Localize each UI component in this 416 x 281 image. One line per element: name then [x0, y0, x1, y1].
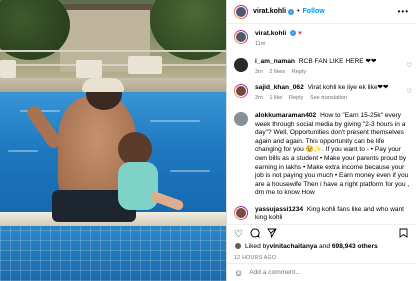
comment: i_am_naman RCB FAN LIKE HERE ❤❤ 3m 2 lik…	[234, 58, 412, 77]
comment-text: RCB FAN LIKE HERE ❤❤	[298, 58, 377, 65]
reply-button[interactable]: Reply	[292, 69, 306, 75]
likes-count[interactable]: 698,943 others	[332, 243, 378, 250]
author-avatar[interactable]	[234, 4, 248, 19]
liked-by-line: Liked by vinitachaitanya and 698,943 oth…	[234, 242, 378, 250]
verified-badge-icon: ✓	[288, 8, 295, 15]
comment-time: 3m	[255, 69, 263, 76]
emoji-icon[interactable]: ☺	[234, 268, 243, 278]
see-translation-link[interactable]: See translation	[310, 95, 347, 101]
like-comment-icon[interactable]: ♡	[407, 62, 412, 69]
verified-badge-icon: ✓	[290, 30, 297, 37]
commenter-avatar[interactable]	[234, 206, 248, 220]
caption-time: 11m	[255, 41, 266, 48]
caption-username[interactable]: virat.kohli	[255, 30, 286, 37]
commenter-avatar[interactable]	[234, 58, 248, 72]
comment-text: How to "Earn 15-25k" every week through …	[255, 112, 410, 197]
comment-time: 3m	[255, 95, 263, 102]
reply-button[interactable]: Reply	[289, 95, 303, 101]
share-icon[interactable]	[267, 228, 277, 241]
comment-likes[interactable]: 2 likes	[269, 69, 285, 75]
comment: yassujassi1234 King kohli fans like and …	[234, 206, 412, 223]
post-actions: ♡	[227, 224, 416, 244]
like-comment-icon[interactable]: ♡	[407, 88, 412, 95]
post-date: 12 HOURS AGO	[234, 255, 277, 261]
commenter-avatar[interactable]	[234, 112, 248, 126]
post-side-panel: virat.kohli ✓ • Follow ••• virat.kohli ✓ …	[226, 0, 416, 281]
comment: sajid_khan_062 Virat kohli ke liye ek li…	[234, 84, 412, 103]
caption: virat.kohli ✓ ♥ 11m	[234, 30, 412, 49]
heart-outline-icon[interactable]: ♡	[234, 229, 243, 240]
author-avatar[interactable]	[234, 30, 248, 44]
comment-likes[interactable]: 1 like	[269, 95, 282, 101]
separator-dot: •	[297, 8, 300, 15]
author-username[interactable]: virat.kohli	[253, 8, 286, 15]
liked-by-middle: and	[317, 242, 332, 250]
add-comment-bar: ☺ Add a comment...	[227, 263, 416, 281]
liked-by-user[interactable]: vinitachaitanya	[270, 243, 318, 250]
comment-username[interactable]: yassujassi1234	[255, 206, 303, 213]
comment-username[interactable]: sajid_khan_062	[255, 84, 304, 91]
comment-icon[interactable]	[250, 228, 260, 241]
comment-username[interactable]: i_am_naman	[255, 58, 295, 65]
add-comment-input[interactable]: Add a comment...	[249, 269, 301, 276]
follow-button[interactable]: Follow	[303, 8, 325, 15]
bookmark-icon[interactable]	[399, 228, 408, 241]
post-photo[interactable]	[0, 0, 226, 281]
post-header: virat.kohli ✓ • Follow •••	[227, 0, 416, 24]
instagram-post-view: virat.kohli ✓ • Follow ••• virat.kohli ✓ …	[0, 0, 416, 281]
liked-by-prefix: Liked by	[245, 242, 270, 250]
commenter-avatar[interactable]	[234, 84, 248, 98]
more-options-icon[interactable]: •••	[398, 7, 409, 16]
caption-text: ♥	[298, 30, 302, 37]
liker-avatar	[234, 242, 242, 250]
comment-username[interactable]: alokkumaraman402	[255, 112, 316, 119]
comment-text: Virat kohli ke liye ek like❤❤	[307, 84, 389, 91]
comment: alokkumaraman402 How to "Earn 15-25k" ev…	[234, 112, 412, 198]
